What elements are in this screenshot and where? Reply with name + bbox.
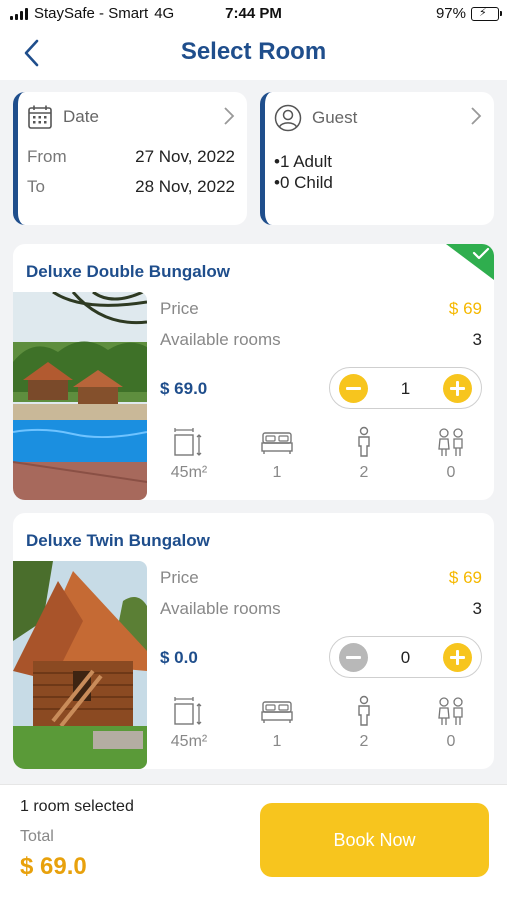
room-price: $ 69 [448,568,482,587]
room-card[interactable]: Deluxe Twin Bungalow Price $ 69 Availabl… [13,513,494,769]
adults-value: 2 [359,733,369,750]
beds-value: 1 [272,464,282,481]
available-count: 3 [472,599,482,618]
amenity-children: 0 [421,695,481,751]
total-amount: $ 69.0 [20,853,87,880]
beds-value: 1 [272,733,282,750]
to-row: To 28 Nov, 2022 [27,177,235,197]
room-size-icon [174,697,202,725]
status-time: 7:44 PM [225,5,282,22]
guest-card[interactable]: Guest •1 Adult •0 Child [260,92,494,225]
room-image [13,561,147,769]
chevron-right-icon [471,107,482,125]
amenity-adults: 2 [334,426,394,482]
amenity-beds: 1 [247,695,307,751]
quantity-stepper: 0 [329,636,482,678]
room-price: $ 69 [448,299,482,318]
battery-icon: ⚡ [471,6,502,21]
children-value: 0 [446,733,456,750]
to-date: 28 Nov, 2022 [135,177,235,196]
battery-percent: 97% [435,5,466,22]
from-row: From 27 Nov, 2022 [27,147,235,167]
from-date: 27 Nov, 2022 [135,147,235,166]
amenity-area: 45m² [159,426,219,482]
room-name: Deluxe Twin Bungalow [26,531,210,550]
price-label: Price [160,568,199,587]
quantity-stepper: 1 [329,367,482,409]
guest-adults: •1 Adult [274,152,332,171]
book-now-button[interactable]: Book Now [260,803,489,877]
checkout-bar: 1 room selected Total $ 69.0 Book Now [0,784,507,900]
room-line-total: $ 0.0 [160,648,198,667]
area-value: 45m² [170,733,208,750]
amenity-area: 45m² [159,695,219,751]
status-bar: StaySafe - Smart 4G 7:44 PM 97% ⚡ [0,0,507,28]
increment-button[interactable] [443,643,472,672]
children-icon [438,428,463,456]
area-value: 45m² [170,464,208,481]
status-right: 97% ⚡ [435,5,502,22]
date-card[interactable]: Date From 27 Nov, 2022 To 28 Nov, 2022 [13,92,247,225]
available-label: Available rooms [160,599,281,618]
room-line-total: $ 69.0 [160,379,208,398]
date-card-header: Date [27,104,99,130]
chevron-right-icon [224,107,235,125]
children-icon [438,697,463,725]
bed-icon [261,432,293,454]
page-title: Select Room [180,38,327,65]
adult-icon [358,426,370,457]
nav-bar: Select Room [0,28,507,80]
amenity-children: 0 [421,426,481,482]
children-value: 0 [446,464,456,481]
total-label: Total [20,828,54,845]
room-size-icon [174,428,202,456]
selected-check-icon [446,244,494,280]
user-icon [274,104,302,132]
amenity-beds: 1 [247,426,307,482]
adults-value: 2 [359,464,369,481]
adult-icon [358,695,370,726]
guest-card-header: Guest [274,104,357,132]
room-image [13,292,147,500]
room-photo [13,292,147,500]
date-card-title: Date [63,107,99,126]
guest-card-title: Guest [312,108,358,127]
room-photo [13,561,147,769]
available-label: Available rooms [160,330,281,349]
calendar-icon [28,105,52,129]
bed-icon [261,701,293,723]
to-label: To [27,177,45,196]
amenity-adults: 2 [334,695,394,751]
room-name: Deluxe Double Bungalow [26,262,231,281]
price-label: Price [160,299,199,318]
room-card[interactable]: Deluxe Double Bungalow Price $ 69 Availa… [13,244,494,500]
guest-children: •0 Child [274,173,333,192]
available-count: 3 [472,330,482,349]
increment-button[interactable] [443,374,472,403]
rooms-selected-text: 1 room selected [20,798,134,815]
from-label: From [27,147,67,166]
